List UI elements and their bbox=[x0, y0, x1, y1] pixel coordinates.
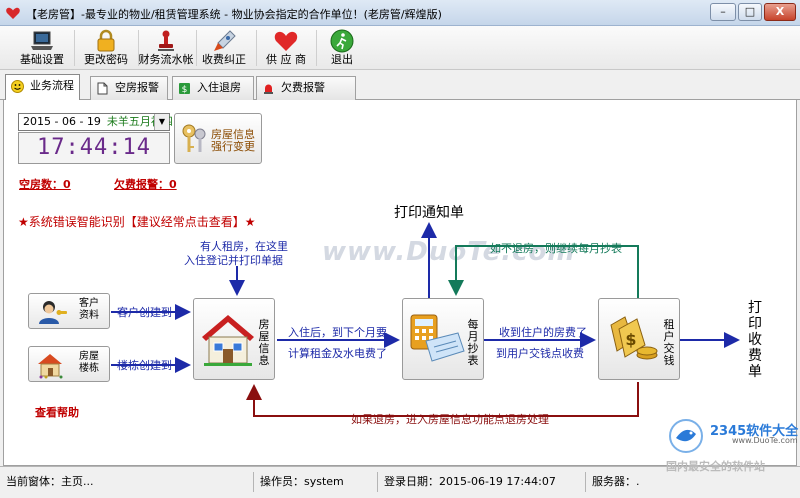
rocket-icon bbox=[214, 30, 236, 51]
supplier-button[interactable]: 供 应 商 bbox=[256, 28, 316, 68]
business-flow-panel: 2015 - 06 - 19 未羊五月初四 ▼ 17:44:14 房屋信息 强行变… bbox=[3, 100, 797, 466]
tab-label: 入住退房 bbox=[197, 81, 241, 94]
heart-icon bbox=[274, 31, 298, 51]
tab-label: 欠费报警 bbox=[281, 81, 325, 94]
brand-tagline: 国内最安全的软件站 bbox=[666, 460, 765, 473]
house-info-label-2: 强行变更 bbox=[211, 140, 255, 153]
monthly-meter-node[interactable]: 每月抄表 bbox=[402, 298, 484, 380]
money-icon: $ bbox=[179, 83, 190, 95]
checkin-note-line1: 入住后，到下个月要 bbox=[288, 326, 387, 339]
tenant-payment-node-label: 租户交钱 bbox=[663, 318, 675, 367]
toolbar-label: 收费纠正 bbox=[202, 53, 246, 66]
vacant-count-link[interactable]: 空房数：0 bbox=[19, 176, 71, 192]
building-icon bbox=[38, 354, 63, 379]
smiley-icon bbox=[11, 80, 24, 93]
login-date-status: 登录日期：2015-06-19 17:44:07 bbox=[380, 472, 586, 492]
keys-icon bbox=[182, 124, 206, 152]
svg-text:$: $ bbox=[625, 330, 636, 349]
toolbar-label: 供 应 商 bbox=[266, 53, 306, 66]
toolbar-divider bbox=[74, 30, 75, 66]
payment-note-line2: 到用户交钱点收费 bbox=[496, 347, 584, 360]
minimize-button[interactable]: – bbox=[710, 3, 736, 21]
brand-logo: 2345软件大全 www.DuoTe.com 国内最安全的软件站 bbox=[662, 414, 800, 474]
exit-runner-icon bbox=[330, 29, 354, 53]
toolbar-label: 退出 bbox=[331, 53, 353, 66]
tab-business-flow[interactable]: 业务流程 bbox=[5, 74, 80, 101]
error-detection-link[interactable]: ★系统错误智能识别【建议经常点击查看】★ bbox=[18, 213, 256, 230]
customer-icon bbox=[39, 301, 67, 324]
calculator-icon bbox=[410, 314, 465, 362]
house-info-node-label: 房屋信息 bbox=[258, 318, 270, 367]
server-status: 服务器：. bbox=[592, 475, 640, 488]
checkin-note-line2: 计算租金及水电费了 bbox=[288, 347, 387, 360]
print-notice-label[interactable]: 打印通知单 bbox=[394, 202, 464, 222]
continue-monthly-note: 如不退房，则继续每月抄表 bbox=[490, 242, 622, 255]
checkout-note: 如果退房，进入房屋信息功能点退房处理 bbox=[351, 413, 549, 426]
toolbar-label: 更改密码 bbox=[84, 53, 128, 66]
current-window-status: 当前窗体：主页... bbox=[2, 472, 254, 492]
building-info-button[interactable]: 房屋楼栋 bbox=[28, 346, 110, 382]
monthly-meter-node-label: 每月抄表 bbox=[467, 318, 479, 367]
date-picker[interactable]: 2015 - 06 - 19 未羊五月初四 ▼ bbox=[18, 113, 173, 131]
exit-button[interactable]: 退出 bbox=[312, 28, 372, 68]
tenant-payment-node[interactable]: $ 租户交钱 bbox=[598, 298, 680, 380]
building-created-label: 楼栋创建到 bbox=[117, 359, 172, 372]
tab-arrears-alarm[interactable]: 欠费报警 bbox=[256, 76, 356, 100]
brand-url: www.DuoTe.com bbox=[732, 436, 798, 445]
rental-note-line2: 入住登记并打印单据 bbox=[184, 254, 283, 267]
building-info-label: 房屋楼栋 bbox=[79, 351, 99, 374]
house-info-force-change-button[interactable]: 房屋信息 强行变更 bbox=[174, 113, 262, 164]
payment-note-line1: 收到住户的房费了 bbox=[499, 326, 587, 339]
fee-correction-button[interactable]: 收费纠正 bbox=[194, 28, 254, 68]
view-help-link[interactable]: 查看帮助 bbox=[35, 404, 79, 420]
tab-strip: 业务流程 空房报警 $ 入住退房 欠费报警 bbox=[0, 70, 800, 101]
dropdown-arrow-icon[interactable]: ▼ bbox=[154, 114, 169, 130]
toolbar-label: 财务流水帐 bbox=[138, 53, 194, 66]
document-icon bbox=[97, 82, 108, 95]
padlock-icon bbox=[97, 29, 115, 52]
clock-display: 17:44:14 bbox=[18, 132, 170, 164]
customer-info-button[interactable]: 客户资料 bbox=[28, 293, 110, 329]
arrears-count-link[interactable]: 欠费报警：0 bbox=[114, 176, 177, 192]
stamp-icon bbox=[158, 30, 174, 51]
print-receipt-label[interactable]: 打印收费单 bbox=[746, 300, 764, 380]
customer-info-label: 客户资料 bbox=[79, 298, 99, 321]
toolbar: 基础设置 更改密码 财务流水帐 收费纠正 供 应 商 退出 bbox=[0, 26, 800, 70]
maximize-button[interactable]: □ bbox=[738, 3, 762, 21]
tab-label: 业务流程 bbox=[30, 79, 74, 92]
tab-checkin-checkout[interactable]: $ 入住退房 bbox=[172, 76, 254, 100]
brand-fish-icon bbox=[669, 419, 703, 453]
title-bar: 【老房管】-最专业的物业/租赁管理系统 - 物业协会指定的合作单位！(老房管/辉… bbox=[0, 0, 800, 26]
tab-vacant-alarm[interactable]: 空房报警 bbox=[90, 76, 168, 100]
operator-status: 操作员：system bbox=[256, 472, 378, 492]
close-button[interactable]: X bbox=[764, 3, 796, 21]
customer-created-label: 客户创建到 bbox=[117, 306, 172, 319]
date-value: 2015 - 06 - 19 bbox=[23, 115, 101, 128]
money-bags-icon: $ bbox=[610, 316, 658, 360]
house-icon bbox=[202, 315, 254, 366]
window-title: 【老房管】-最专业的物业/租赁管理系统 - 物业协会指定的合作单位！(老房管/辉… bbox=[26, 8, 442, 21]
finance-ledger-button[interactable]: 财务流水帐 bbox=[130, 28, 202, 68]
alarm-light-icon bbox=[264, 84, 273, 94]
basic-settings-button[interactable]: 基础设置 bbox=[12, 28, 72, 68]
app-heart-icon bbox=[6, 7, 20, 19]
tab-label: 空房报警 bbox=[115, 81, 159, 94]
laptop-icon bbox=[31, 31, 53, 50]
toolbar-label: 基础设置 bbox=[20, 53, 64, 66]
change-password-button[interactable]: 更改密码 bbox=[76, 28, 136, 68]
svg-text:$: $ bbox=[182, 85, 188, 95]
house-info-node[interactable]: 房屋信息 bbox=[193, 298, 275, 380]
